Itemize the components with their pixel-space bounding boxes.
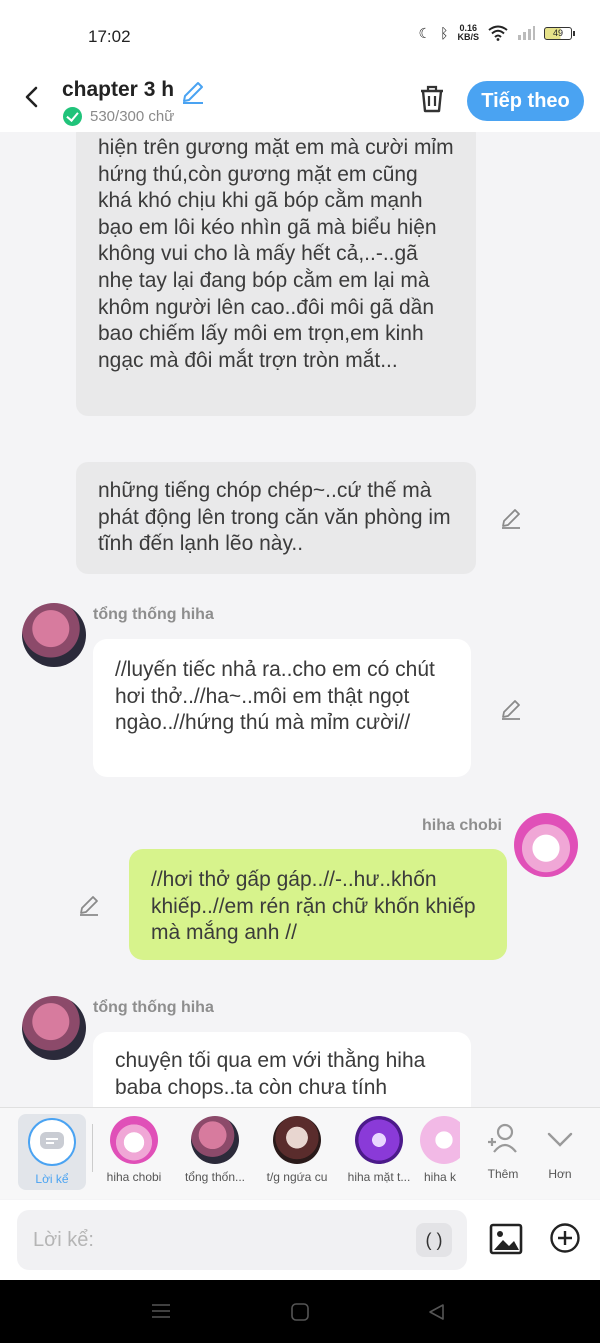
word-count: 530/300 chữ [63, 107, 174, 126]
avatar[interactable] [22, 603, 86, 667]
check-icon [63, 107, 82, 126]
avatar [420, 1116, 460, 1164]
message-input[interactable] [17, 1210, 467, 1270]
avatar [273, 1116, 321, 1164]
system-nav-bar [0, 1280, 600, 1343]
character-item[interactable]: t/g ngứa cu [256, 1116, 338, 1184]
character-item[interactable]: hiha k [420, 1116, 460, 1184]
parenthesis-button[interactable]: ( ) [416, 1223, 452, 1257]
network-speed: 0.16 KB/S [457, 23, 479, 42]
character-item[interactable]: tổng thốn... [174, 1116, 256, 1184]
menu-icon[interactable] [150, 1302, 172, 1320]
message-bubble[interactable]: //hơi thở gấp gáp..//-..hư..khốn khiếp..… [129, 849, 507, 960]
character-item[interactable]: hiha chobi [93, 1116, 175, 1184]
avatar [110, 1116, 158, 1164]
next-button[interactable]: Tiếp theo [467, 81, 584, 121]
avatar[interactable] [22, 996, 86, 1060]
message-bubble[interactable]: chuyện tối qua em với thằng hiha baba ch… [93, 1032, 471, 1107]
avatar[interactable] [514, 813, 578, 877]
narration-bubble[interactable]: hiện trên gương mặt em mà cười mỉm hứng … [76, 132, 476, 416]
back-arrow-icon[interactable] [20, 85, 44, 109]
signal-icon [518, 26, 535, 40]
input-bar: ( ) [0, 1200, 600, 1280]
edit-icon[interactable] [499, 697, 523, 721]
home-icon[interactable] [290, 1302, 310, 1322]
chapter-title[interactable]: chapter 3 h [62, 78, 174, 102]
pencil-icon[interactable] [180, 79, 206, 105]
wifi-icon [488, 25, 508, 41]
battery-icon: 49 [544, 26, 575, 40]
status-bar: 17:02 ☾ ᛒ 0.16 KB/S 49 [0, 0, 600, 70]
bluetooth-icon: ᛒ [440, 25, 449, 41]
speech-bubble-icon [40, 1132, 64, 1149]
avatar [355, 1116, 403, 1164]
chat-area[interactable]: hiện trên gương mặt em mà cười mỉm hứng … [0, 132, 600, 1107]
back-icon[interactable] [426, 1302, 446, 1322]
sender-name: tổng thống hiha [93, 999, 214, 1016]
moon-icon: ☾ [418, 24, 432, 41]
add-icon[interactable] [549, 1222, 581, 1254]
chevron-down-icon [547, 1132, 573, 1147]
character-bar: Lời kể hiha chobi tổng thốn... t/g ngứa … [0, 1107, 600, 1199]
sender-name: hiha chobi [422, 817, 502, 834]
image-icon[interactable] [489, 1222, 523, 1256]
status-icons: ☾ ᛒ 0.16 KB/S 49 [418, 23, 575, 42]
status-time: 17:02 [88, 27, 131, 46]
message-bubble[interactable]: //luyến tiếc nhả ra..cho em có chút hơi … [93, 639, 471, 777]
trash-icon[interactable] [417, 84, 447, 114]
avatar [191, 1116, 239, 1164]
edit-icon[interactable] [499, 506, 523, 530]
more-button[interactable]: Hơn [519, 1116, 600, 1181]
sender-name: tổng thống hiha [93, 606, 214, 623]
narrator-button[interactable]: Lời kể [18, 1114, 86, 1190]
editor-header: chapter 3 h 530/300 chữ Tiếp theo [0, 70, 600, 132]
character-item[interactable]: hiha mặt t... [338, 1116, 420, 1184]
narration-bubble[interactable]: những tiếng chóp chép~..cứ thế mà phát đ… [76, 462, 476, 574]
edit-icon[interactable] [77, 893, 101, 917]
add-person-icon [488, 1123, 517, 1153]
